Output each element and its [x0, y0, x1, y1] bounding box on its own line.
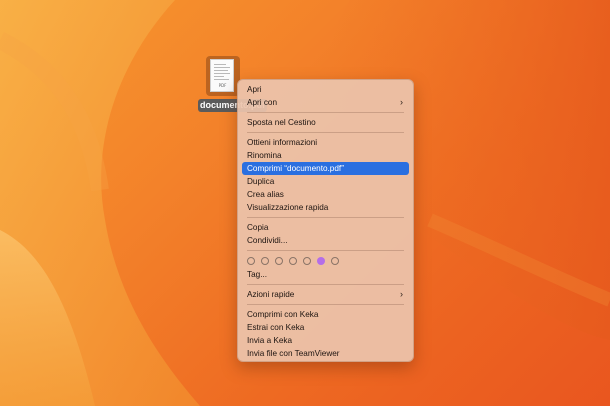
tag-color-1[interactable]	[247, 257, 255, 265]
menu-item-share[interactable]: Condividi...	[242, 234, 409, 247]
menu-item-send-to-keka[interactable]: Invia a Keka	[242, 334, 409, 347]
menu-item-extract-with-keka[interactable]: Estrai con Keka	[242, 321, 409, 334]
tag-color-2[interactable]	[261, 257, 269, 265]
menu-item-rename[interactable]: Rinomina	[242, 149, 409, 162]
menu-item-label: Invia file con TeamViewer	[247, 349, 340, 358]
menu-item-quick-look[interactable]: Visualizzazione rapida	[242, 201, 409, 214]
menu-separator	[247, 304, 404, 305]
menu-item-compress[interactable]: Comprimi “documento.pdf”	[242, 162, 409, 175]
menu-separator	[247, 250, 404, 251]
tag-color-4[interactable]	[289, 257, 297, 265]
tag-color-purple[interactable]	[317, 257, 325, 265]
tag-colors-row	[242, 254, 409, 268]
pdf-document-icon[interactable]: PDF	[210, 59, 234, 92]
tag-color-5[interactable]	[303, 257, 311, 265]
menu-item-duplicate[interactable]: Duplica	[242, 175, 409, 188]
menu-item-label: Invia a Keka	[247, 336, 293, 345]
menu-item-label: Copia	[247, 223, 269, 232]
menu-item-make-alias[interactable]: Crea alias	[242, 188, 409, 201]
menu-item-label: Apri con	[247, 98, 278, 107]
menu-separator	[247, 217, 404, 218]
chevron-right-icon: ›	[400, 289, 403, 299]
menu-item-get-info[interactable]: Ottieni informazioni	[242, 136, 409, 149]
menu-item-label: Apri	[247, 85, 262, 94]
menu-item-open-with[interactable]: Apri con ›	[242, 96, 409, 109]
menu-item-label: Crea alias	[247, 190, 284, 199]
context-menu: Apri Apri con › Sposta nel Cestino Ottie…	[237, 79, 414, 362]
menu-item-quick-actions[interactable]: Azioni rapide ›	[242, 288, 409, 301]
menu-item-label: Rinomina	[247, 151, 282, 160]
menu-item-tags[interactable]: Tag...	[242, 268, 409, 281]
menu-item-label: Sposta nel Cestino	[247, 118, 316, 127]
menu-item-label: Comprimi con Keka	[247, 310, 319, 319]
menu-item-copy[interactable]: Copia	[242, 221, 409, 234]
menu-item-label: Estrai con Keka	[247, 323, 305, 332]
menu-item-send-with-teamviewer[interactable]: Invia file con TeamViewer	[242, 347, 409, 360]
pdf-thumb-label: PDF	[218, 83, 227, 88]
menu-separator	[247, 284, 404, 285]
chevron-right-icon: ›	[400, 97, 403, 107]
menu-item-compress-with-keka[interactable]: Comprimi con Keka	[242, 308, 409, 321]
tag-color-7[interactable]	[331, 257, 339, 265]
menu-item-label: Ottieni informazioni	[247, 138, 318, 147]
menu-separator	[247, 132, 404, 133]
menu-item-label: Azioni rapide	[247, 290, 295, 299]
menu-item-label: Tag...	[247, 270, 268, 279]
menu-item-label: Duplica	[247, 177, 275, 186]
menu-item-label: Condividi...	[247, 236, 288, 245]
menu-item-label: Comprimi “documento.pdf”	[247, 164, 344, 173]
tag-color-3[interactable]	[275, 257, 283, 265]
menu-separator	[247, 112, 404, 113]
menu-item-label: Visualizzazione rapida	[247, 203, 329, 212]
menu-item-move-to-trash[interactable]: Sposta nel Cestino	[242, 116, 409, 129]
menu-item-open[interactable]: Apri	[242, 83, 409, 96]
